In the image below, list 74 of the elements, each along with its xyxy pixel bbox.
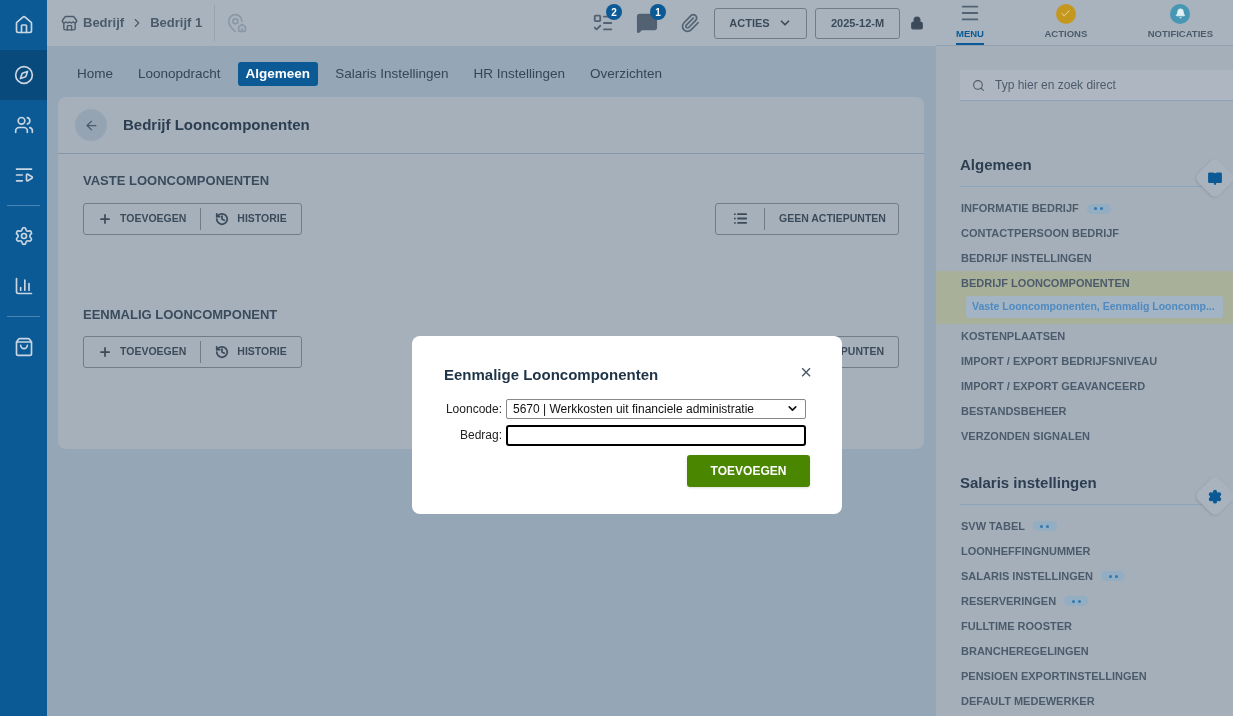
nav-tab[interactable]: HR Instellingen	[465, 62, 573, 86]
menu-item[interactable]: FULLTIME ROOSTER	[961, 618, 1072, 635]
submit-button[interactable]: TOEVOEGEN	[687, 454, 810, 487]
menu-section-title: Algemeen	[960, 156, 1032, 173]
menu-item[interactable]: INFORMATIE BEDRIJF	[961, 200, 1079, 217]
list-icon	[732, 211, 748, 226]
nav-tab[interactable]: Algemeen	[237, 62, 319, 86]
search-icon	[972, 78, 985, 92]
search-field[interactable]: Typ hier en zoek direct	[960, 70, 1233, 101]
settings-icon	[13, 226, 34, 246]
menu-item[interactable]: SVW TABEL	[961, 518, 1025, 535]
action-points-button[interactable]: GEEN ACTIEPUNTEN	[715, 202, 899, 235]
panel-tab[interactable]: NOTIFICATIES	[1147, 0, 1213, 45]
panel-tab[interactable]: ACTIONS	[1044, 0, 1088, 45]
nav-tab[interactable]: Overzichten	[582, 62, 671, 86]
menu-item[interactable]: BESTANDSBEHEER	[961, 403, 1067, 420]
menu-item[interactable]: BEDRIJF LOONCOMPONENTEN	[961, 275, 1130, 292]
breadcrumb-item[interactable]: Bedrijf 1	[150, 13, 203, 33]
menu-item[interactable]: BRANCHEREGELINGEN	[961, 643, 1089, 660]
plus-icon	[98, 211, 112, 226]
chat-icon[interactable]	[636, 12, 658, 34]
menu-item[interactable]: IMPORT / EXPORT BEDRIJFSNIVEAU	[961, 353, 1158, 370]
count-badge: 2	[606, 4, 622, 20]
nav-tab[interactable]: Salaris Instellingen	[327, 62, 457, 86]
panel-tab[interactable]: MENU	[956, 0, 984, 45]
menu-item[interactable]: IMPORT / EXPORT GEAVANCEERD	[961, 378, 1146, 395]
menu-item[interactable]: LOONHEFFINGNUMMER	[961, 543, 1091, 560]
menu-item[interactable]: DEFAULT MEDEWERKER	[961, 693, 1095, 710]
history-icon	[215, 345, 230, 359]
close-button[interactable]: ×	[800, 362, 812, 382]
nav-tab[interactable]: Home	[69, 62, 121, 86]
dialog-title: Eenmalige Looncomponenten	[444, 365, 659, 385]
count-badge: 1	[650, 4, 666, 20]
menu-item[interactable]: RESERVERINGEN	[961, 593, 1057, 610]
add-button[interactable]: TOEVOEGEN	[84, 203, 201, 234]
back-button[interactable]	[75, 109, 107, 141]
history-button[interactable]: HISTORIE	[201, 203, 301, 234]
period-button[interactable]: 2025-12-M	[815, 7, 900, 39]
field-label: Bedrag:	[458, 427, 503, 444]
compass-icon	[13, 65, 34, 85]
bag-icon	[13, 337, 34, 357]
home-icon	[13, 15, 34, 35]
search-input[interactable]: Typ hier en zoek direct	[995, 70, 1233, 100]
paperclip-icon[interactable]	[680, 13, 700, 33]
section-heading: VASTE LOONCOMPONENTEN	[83, 172, 271, 190]
menu-section-title: Salaris instellingen	[960, 473, 1097, 491]
page-title: Bedrijf Looncomponenten	[123, 114, 310, 135]
chart-icon	[13, 276, 34, 296]
menu-item[interactable]: CONTACTPERSOON BEDRIJF	[961, 225, 1120, 242]
amount-field[interactable]	[506, 424, 806, 446]
menu-item[interactable]: SALARIS INSTELLINGEN	[961, 568, 1093, 585]
settings-icon	[1207, 488, 1223, 504]
history-icon	[215, 211, 230, 226]
submenu-item[interactable]: Vaste Looncomponenten, Eenmalig Looncomp...	[966, 296, 1223, 318]
lock-icon	[910, 16, 924, 30]
book-icon	[1207, 170, 1223, 186]
field-label: Looncode:	[444, 400, 503, 418]
bell-icon	[1170, 3, 1191, 24]
section-heading: EENMALIG LOONCOMPONENT	[83, 305, 279, 324]
menu-item[interactable]: BEDRIJF INSTELLINGEN	[961, 250, 1092, 267]
plus-icon	[98, 345, 112, 359]
add-button[interactable]: TOEVOEGEN	[84, 337, 201, 367]
menu-item[interactable]: KOSTENPLAATSEN	[961, 328, 1066, 345]
users-icon	[13, 115, 34, 135]
history-button[interactable]: HISTORIE	[201, 337, 301, 367]
dropdown-field[interactable]: 5670 | Werkkosten uit financiele administratie	[506, 398, 806, 419]
breadcrumb-item[interactable]: Bedrijf	[83, 13, 125, 33]
actions-dropdown[interactable]: ACTIES	[714, 7, 807, 39]
menu-item[interactable]: VERZONDEN SIGNALEN	[961, 428, 1090, 445]
store-icon	[61, 14, 78, 32]
nav-tab[interactable]: Loonopdracht	[130, 62, 229, 86]
list-icon	[13, 165, 34, 185]
menu-item[interactable]: PENSIOEN EXPORTINSTELLINGEN	[961, 668, 1147, 685]
sidebar-item[interactable]	[0, 50, 47, 100]
